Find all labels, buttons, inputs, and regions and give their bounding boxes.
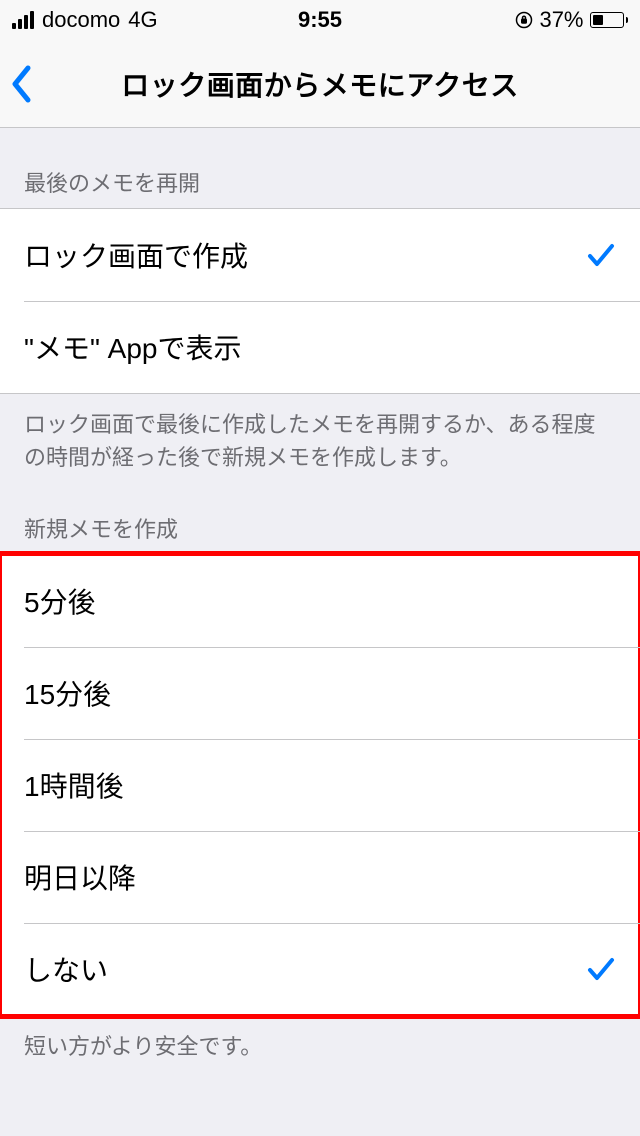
section-header-newnote: 新規メモを作成 — [0, 474, 640, 554]
section-footer-timeout: 短い方がより安全です。 — [0, 1016, 640, 1063]
option-15min[interactable]: 15分後 — [0, 647, 640, 739]
option-label: 5分後 — [24, 581, 96, 621]
chevron-left-icon — [10, 65, 32, 103]
status-left: docomo 4G — [12, 7, 158, 33]
option-never[interactable]: しない — [0, 923, 640, 1015]
option-5min[interactable]: 5分後 — [0, 555, 640, 647]
page-title: ロック画面からメモにアクセス — [121, 64, 519, 104]
list-group-timeout: 5分後 15分後 1時間後 明日以降 しない — [0, 554, 640, 1016]
option-label: "メモ" Appで表示 — [24, 327, 241, 367]
back-button[interactable] — [10, 65, 32, 103]
nav-bar: ロック画面からメモにアクセス — [0, 40, 640, 128]
battery-percent: 37% — [539, 7, 583, 33]
option-tomorrow[interactable]: 明日以降 — [0, 831, 640, 923]
checkmark-icon — [586, 240, 616, 270]
section-footer-resume: ロック画面で最後に作成したメモを再開するか、ある程度の時間が経った後で新規メモを… — [0, 394, 640, 474]
option-create-on-lock[interactable]: ロック画面で作成 — [0, 209, 640, 301]
clock: 9:55 — [298, 7, 342, 33]
signal-icon — [12, 11, 34, 29]
status-bar: docomo 4G 9:55 37% — [0, 0, 640, 40]
carrier-label: docomo — [42, 7, 120, 33]
list-group-resume: ロック画面で作成 "メモ" Appで表示 — [0, 208, 640, 394]
section-header-resume: 最後のメモを再開 — [0, 128, 640, 208]
option-show-in-app[interactable]: "メモ" Appで表示 — [0, 301, 640, 393]
option-1hour[interactable]: 1時間後 — [0, 739, 640, 831]
option-label: ロック画面で作成 — [24, 235, 248, 275]
rotation-lock-icon — [515, 11, 533, 29]
battery-icon — [590, 12, 629, 28]
option-label: しない — [24, 949, 108, 989]
network-label: 4G — [128, 7, 157, 33]
option-label: 明日以降 — [24, 857, 136, 897]
checkmark-icon — [586, 954, 616, 984]
status-right: 37% — [515, 7, 628, 33]
option-label: 15分後 — [24, 673, 111, 713]
option-label: 1時間後 — [24, 765, 124, 805]
